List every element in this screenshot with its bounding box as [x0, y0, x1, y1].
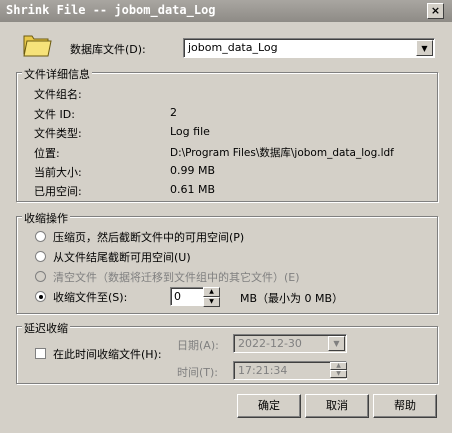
current-size-value: 0.99 MB: [170, 164, 216, 177]
delay-shrink-label[interactable]: 在此时间收缩文件(H):: [53, 346, 162, 362]
delay-shrink-legend: 延迟收缩: [22, 320, 70, 336]
shrink-to-label[interactable]: 收缩文件至(S):: [53, 289, 127, 305]
time-picker: 17:21:34 ▲ ▼: [233, 361, 347, 380]
date-label: 日期(A):: [177, 339, 219, 352]
cancel-button[interactable]: 取消: [305, 394, 369, 418]
help-button[interactable]: 帮助: [373, 394, 437, 418]
file-id-label: 文件 ID:: [34, 108, 75, 121]
time-label: 时间(T):: [177, 366, 219, 379]
filegroup-label: 文件组名:: [34, 88, 82, 101]
folder-icon: [22, 30, 52, 58]
close-button[interactable]: ×: [427, 3, 444, 19]
shrink-size-value: 0: [174, 290, 181, 303]
window-title: Shrink File -- jobom_data_Log: [6, 3, 216, 17]
file-type-value: Log file: [170, 125, 210, 138]
database-file-label: 数据库文件(D):: [70, 43, 146, 56]
ok-button[interactable]: 确定: [237, 394, 301, 418]
shrink-size-input[interactable]: 0: [170, 287, 204, 306]
chevron-down-icon: ▼: [328, 336, 345, 351]
current-size-label: 当前大小:: [34, 166, 82, 179]
title-bar[interactable]: Shrink File -- jobom_data_Log ×: [0, 0, 452, 22]
used-space-value: 0.61 MB: [170, 183, 216, 196]
location-label: 位置:: [34, 147, 60, 160]
file-type-label: 文件类型:: [34, 127, 82, 140]
file-id-value: 2: [170, 106, 177, 119]
truncate-free-space-radio[interactable]: [35, 251, 46, 262]
delay-shrink-checkbox[interactable]: [35, 348, 46, 359]
spin-up-icon[interactable]: ▲: [203, 287, 220, 297]
used-space-label: 已用空间:: [34, 185, 82, 198]
date-picker: 2022-12-30 ▼: [233, 334, 347, 353]
empty-file-radio: [35, 271, 46, 282]
shrink-to-radio[interactable]: [35, 291, 46, 302]
empty-file-label: 清空文件（数据将迁移到文件组中的其它文件）(E): [53, 271, 300, 284]
database-file-select[interactable]: jobom_data_Log ▼: [183, 38, 435, 58]
spin-up-icon: ▲: [330, 362, 347, 370]
location-value: D:\Program Files\数据库\jobom_data_log.ldf: [170, 147, 394, 159]
file-details-legend: 文件详细信息: [22, 66, 92, 82]
minimum-size-note: MB（最小为 0 MB）: [240, 292, 344, 305]
spin-down-icon: ▼: [330, 370, 347, 378]
chevron-down-icon[interactable]: ▼: [416, 40, 433, 56]
time-value: 17:21:34: [238, 364, 288, 377]
database-file-value: jobom_data_Log: [188, 41, 278, 54]
spin-down-icon[interactable]: ▼: [203, 297, 220, 307]
date-value: 2022-12-30: [238, 337, 302, 350]
compress-pages-radio[interactable]: [35, 231, 46, 242]
compress-pages-label[interactable]: 压缩页，然后截断文件中的可用空间(P): [53, 229, 244, 245]
truncate-free-space-label[interactable]: 从文件结尾截断可用空间(U): [53, 249, 191, 265]
shrink-action-legend: 收缩操作: [22, 210, 70, 226]
